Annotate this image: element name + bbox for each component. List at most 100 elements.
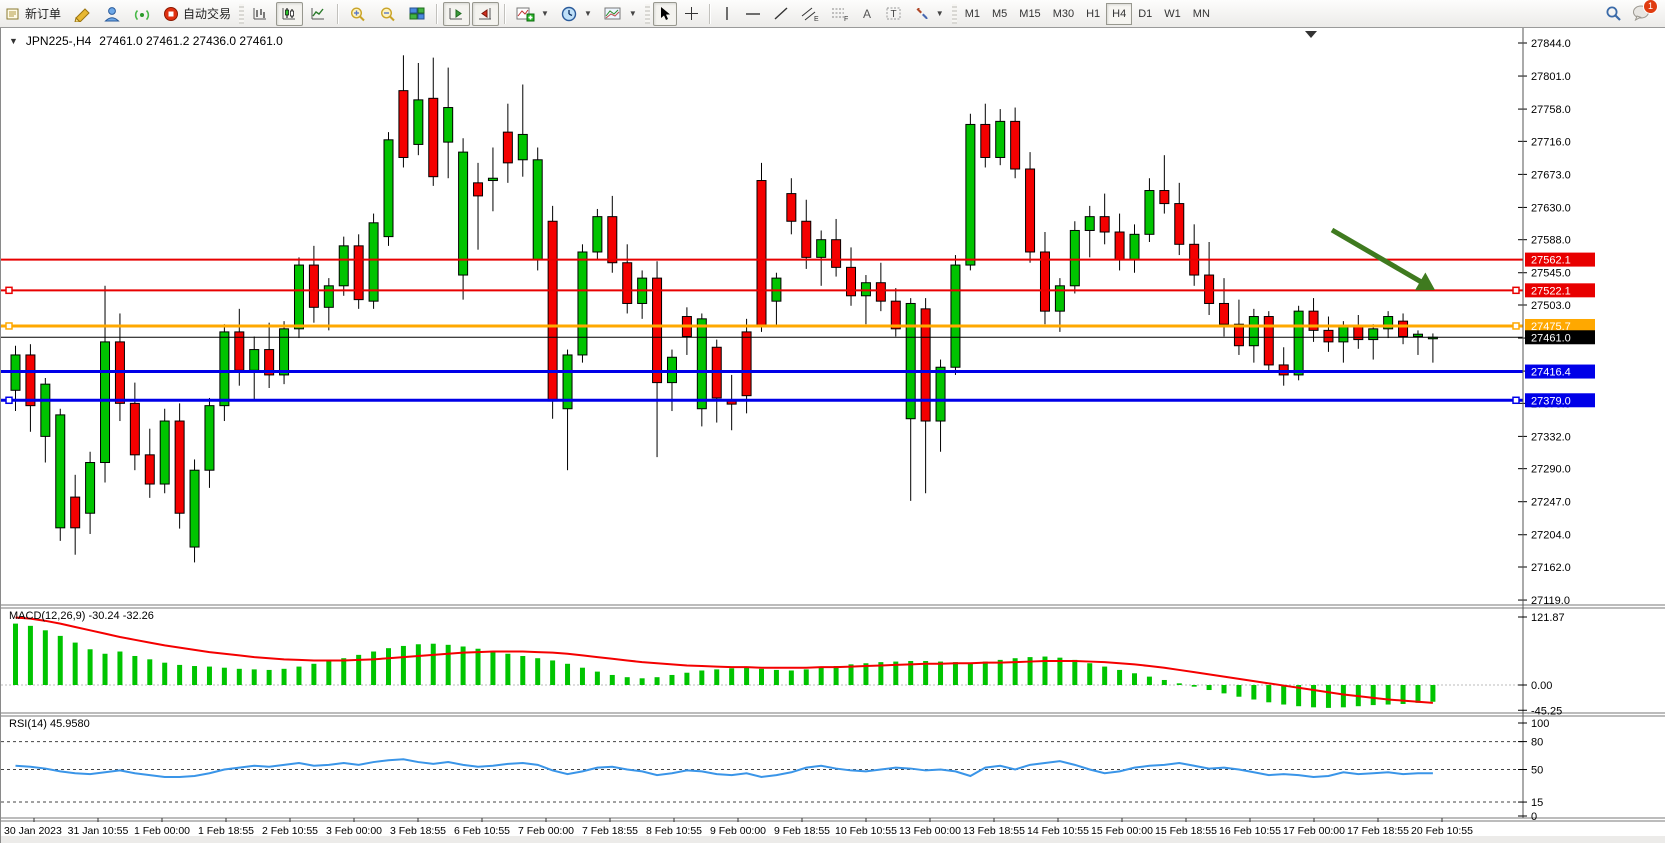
- arrows-tool-button[interactable]: ▼: [909, 2, 949, 26]
- toolbar-separator: [504, 4, 506, 24]
- timeframe-m30[interactable]: M30: [1047, 3, 1080, 25]
- person-icon-button[interactable]: [98, 2, 126, 26]
- line-handle[interactable]: [6, 397, 12, 403]
- candle: [1145, 191, 1154, 235]
- time-axis-label[interactable]: 20 Feb 10:55: [1411, 825, 1473, 837]
- time-axis-label[interactable]: 31 Jan 10:55: [68, 825, 129, 837]
- line-handle[interactable]: [1513, 397, 1519, 403]
- periods-button[interactable]: ▼: [556, 2, 597, 26]
- timeframe-h1[interactable]: H1: [1080, 3, 1106, 25]
- time-axis-label[interactable]: 3 Feb 00:00: [326, 825, 382, 837]
- crayon-icon-button[interactable]: [68, 2, 96, 26]
- text-label-button[interactable]: T: [881, 2, 907, 26]
- cursor-button[interactable]: [653, 2, 677, 26]
- time-axis-label[interactable]: 1 Feb 18:55: [198, 825, 254, 837]
- trendline-button[interactable]: [768, 2, 794, 26]
- time-axis-label[interactable]: 13 Feb 18:55: [963, 825, 1025, 837]
- text-button[interactable]: A: [856, 2, 879, 26]
- timeframe-mn[interactable]: MN: [1187, 3, 1216, 25]
- timeframe-w1[interactable]: W1: [1158, 3, 1187, 25]
- macd-histogram-bar: [669, 675, 674, 685]
- time-axis-label[interactable]: 8 Feb 10:55: [646, 825, 702, 837]
- macd-axis-label: -45.25: [1531, 705, 1562, 717]
- timeframe-m5[interactable]: M5: [986, 3, 1013, 25]
- time-axis-label[interactable]: 6 Feb 10:55: [454, 825, 510, 837]
- time-axis-label[interactable]: 10 Feb 10:55: [835, 825, 897, 837]
- line-handle[interactable]: [1513, 287, 1519, 293]
- chart-ohlc-quotes: 27461.0 27461.2 27436.0 27461.0: [99, 34, 283, 48]
- rsi-axis-label: 50: [1531, 765, 1543, 777]
- timeframe-h4[interactable]: H4: [1106, 3, 1132, 25]
- rsi-axis-label: 0: [1531, 811, 1537, 823]
- macd-histogram-bar: [311, 664, 316, 685]
- time-axis-label[interactable]: 3 Feb 18:55: [390, 825, 446, 837]
- time-axis-label[interactable]: 7 Feb 18:55: [582, 825, 638, 837]
- candle: [474, 183, 483, 196]
- time-axis-label[interactable]: 17 Feb 00:00: [1283, 825, 1345, 837]
- zoom-out-button[interactable]: [374, 2, 402, 26]
- line-handle[interactable]: [6, 323, 12, 329]
- bar-chart-button[interactable]: [247, 2, 274, 26]
- time-axis-label[interactable]: 13 Feb 00:00: [899, 825, 961, 837]
- zoom-in-button[interactable]: [344, 2, 372, 26]
- macd-histogram-bar: [520, 656, 525, 685]
- collapse-chart-icon[interactable]: ▼: [9, 36, 18, 46]
- horizontal-line-button[interactable]: [740, 2, 766, 26]
- time-axis-label[interactable]: 30 Jan 2023: [4, 825, 62, 837]
- crosshair-button[interactable]: [679, 2, 704, 26]
- line-handle[interactable]: [1513, 323, 1519, 329]
- time-axis-label[interactable]: 2 Feb 10:55: [262, 825, 318, 837]
- equidistant-channel-button[interactable]: E: [796, 2, 824, 26]
- svg-text:E: E: [814, 16, 819, 22]
- timeframe-m1[interactable]: M1: [959, 3, 986, 25]
- fibonacci-button[interactable]: F: [826, 2, 854, 26]
- macd-histogram-bar: [565, 664, 570, 685]
- auto-scroll-button[interactable]: [443, 2, 470, 26]
- price-tick-label: 27673.0: [1531, 169, 1571, 181]
- search-icon[interactable]: [1605, 5, 1622, 22]
- macd-histogram-bar: [625, 677, 630, 685]
- macd-histogram-bar: [73, 643, 78, 685]
- time-axis-label[interactable]: 17 Feb 18:55: [1347, 825, 1409, 837]
- time-axis-label[interactable]: 9 Feb 00:00: [710, 825, 766, 837]
- macd-histogram-bar: [1222, 685, 1227, 693]
- candle: [623, 263, 632, 304]
- chart-bg: [1, 28, 1665, 843]
- time-axis-label[interactable]: 7 Feb 00:00: [518, 825, 574, 837]
- auto-scroll-icon: [448, 6, 465, 21]
- time-axis-label[interactable]: 9 Feb 18:55: [774, 825, 830, 837]
- candle: [757, 181, 766, 327]
- candlestick-chart-button[interactable]: [276, 2, 303, 26]
- new-order-label: 新订单: [25, 5, 61, 22]
- time-axis-label[interactable]: 15 Feb 18:55: [1155, 825, 1217, 837]
- macd-histogram-bar: [476, 649, 481, 685]
- time-axis-label[interactable]: 1 Feb 00:00: [134, 825, 190, 837]
- vertical-line-button[interactable]: [716, 2, 738, 26]
- new-order-button[interactable]: 新订单: [1, 2, 66, 26]
- candle: [1413, 334, 1422, 336]
- auto-trading-button[interactable]: 自动交易: [158, 2, 236, 26]
- candle: [1264, 317, 1273, 365]
- chart-shift-button[interactable]: [472, 2, 499, 26]
- price-tick-label: 27801.0: [1531, 71, 1571, 83]
- macd-histogram-bar: [774, 670, 779, 685]
- time-axis-label[interactable]: 16 Feb 10:55: [1219, 825, 1281, 837]
- line-handle[interactable]: [6, 287, 12, 293]
- indicators-button[interactable]: ▼: [511, 2, 554, 26]
- candle: [205, 406, 214, 471]
- timeframe-d1[interactable]: D1: [1132, 3, 1158, 25]
- macd-histogram-bar: [1341, 685, 1346, 707]
- line-chart-button[interactable]: [305, 2, 332, 26]
- candle: [1026, 169, 1035, 252]
- macd-histogram-bar: [550, 660, 555, 685]
- tile-windows-button[interactable]: [404, 2, 431, 26]
- time-axis-label[interactable]: 15 Feb 00:00: [1091, 825, 1153, 837]
- signal-icon-button[interactable]: [128, 2, 156, 26]
- candle: [861, 283, 870, 296]
- timeframe-m15[interactable]: M15: [1013, 3, 1046, 25]
- notifications-button[interactable]: 1: [1632, 4, 1651, 24]
- time-axis-label[interactable]: 14 Feb 10:55: [1027, 825, 1089, 837]
- templates-button[interactable]: ▼: [599, 2, 642, 26]
- chart-canvas[interactable]: 27844.027801.027758.027716.027673.027630…: [1, 28, 1665, 843]
- candle: [1175, 204, 1184, 245]
